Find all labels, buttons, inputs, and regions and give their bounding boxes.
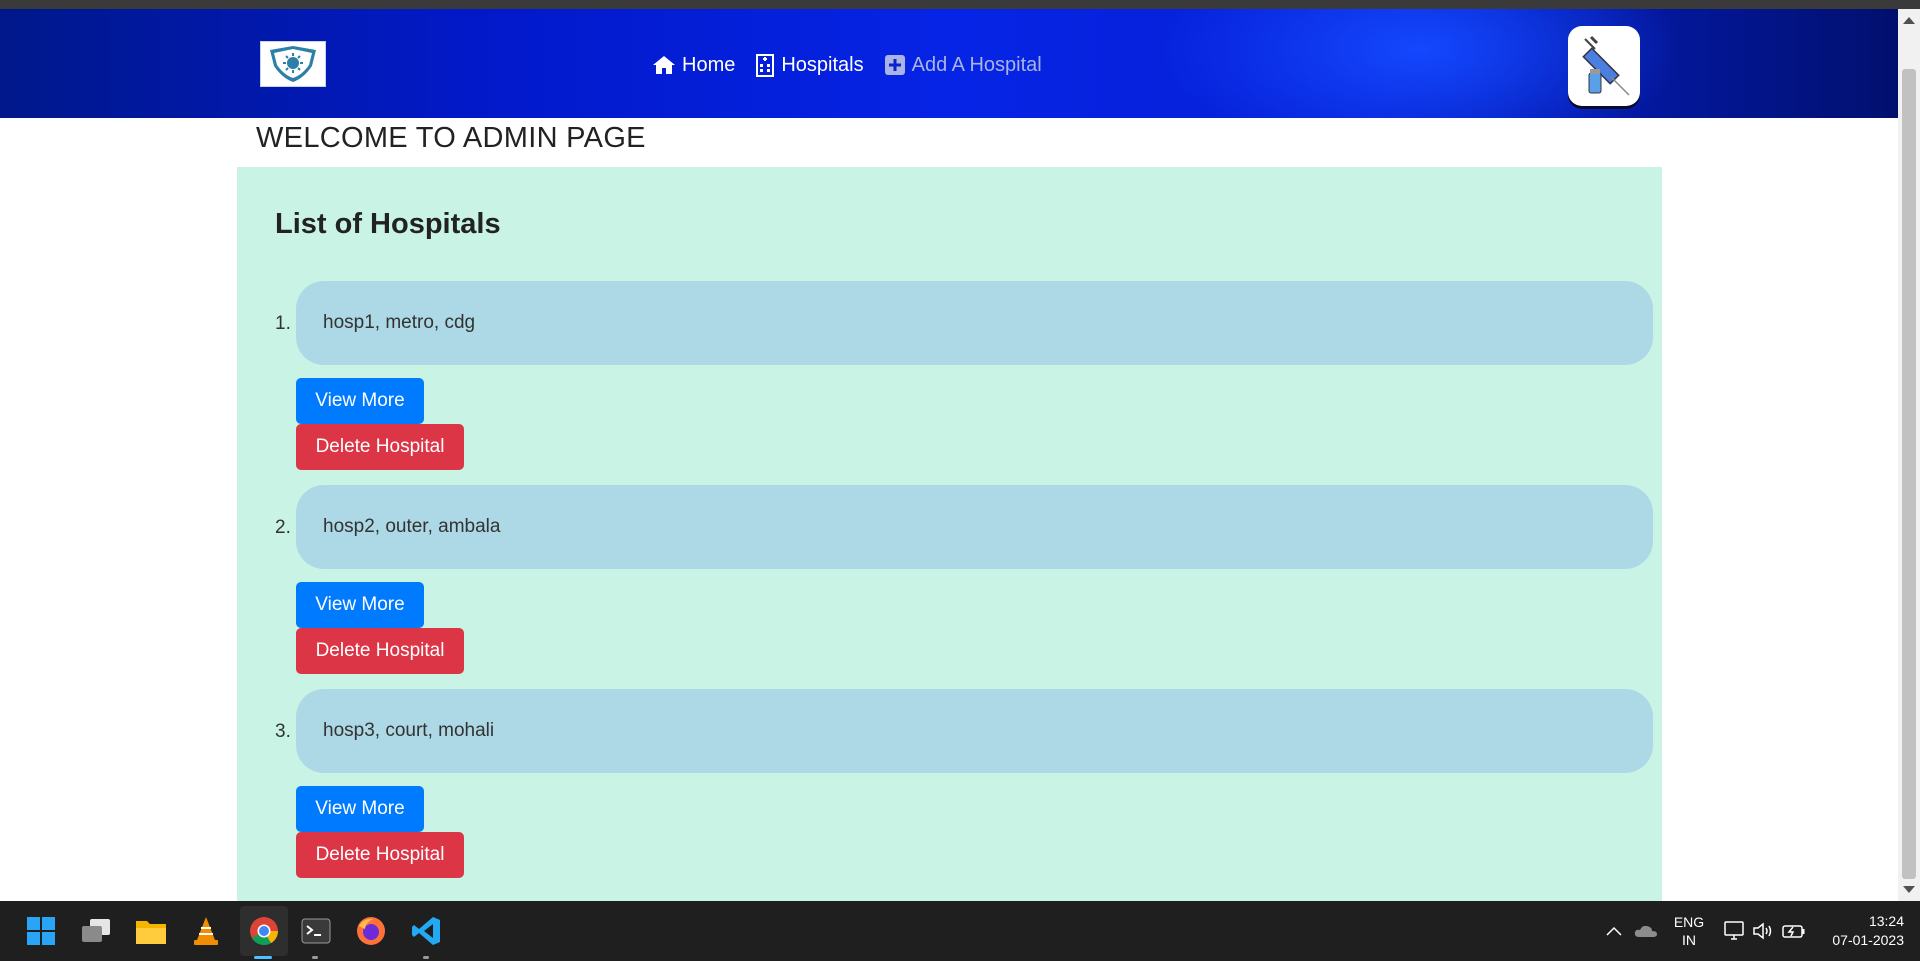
window-top-strip: [0, 0, 1920, 9]
battery-button[interactable]: [1778, 915, 1810, 947]
scroll-up-arrow-icon[interactable]: [1903, 17, 1915, 24]
chevron-up-icon: [1606, 926, 1622, 936]
main-nav: Home Hospitals Add A Hospital: [652, 50, 1062, 80]
delete-hospital-button[interactable]: Delete Hospital: [296, 424, 464, 470]
scroll-down-arrow-icon[interactable]: [1903, 886, 1915, 893]
list-item: 3. hosp3, court, mohali View More Delete…: [275, 689, 1653, 893]
windows-logo-icon: [27, 917, 55, 945]
hospital-list-panel: List of Hospitals 1. hosp1, metro, cdg V…: [237, 167, 1662, 901]
nav-home[interactable]: Home: [652, 54, 735, 77]
chrome-active-indicator: [254, 956, 272, 959]
chrome-button[interactable]: [248, 915, 280, 947]
view-more-button[interactable]: View More: [296, 582, 424, 628]
speaker-icon: [1753, 922, 1772, 940]
syringe-icon: [1582, 35, 1630, 96]
terminal-running-indicator: [312, 956, 318, 959]
start-button[interactable]: [25, 915, 57, 947]
hospital-info: hosp1, metro, cdg: [323, 312, 476, 333]
file-explorer-button[interactable]: [135, 915, 167, 947]
site-logo[interactable]: [260, 41, 326, 87]
home-icon: [653, 56, 675, 74]
delete-hospital-button[interactable]: Delete Hospital: [296, 628, 464, 674]
virus-shield-icon: [270, 46, 316, 82]
nav-hospitals-label: Hospitals: [781, 53, 864, 76]
vlc-button[interactable]: [190, 915, 222, 947]
terminal-icon: [301, 918, 331, 944]
hospital-info: hosp3, court, mohali: [323, 720, 495, 741]
show-hidden-icons-button[interactable]: [1598, 915, 1630, 947]
view-more-button[interactable]: View More: [296, 786, 424, 832]
delete-hospital-button[interactable]: Delete Hospital: [296, 832, 464, 878]
region-code: IN: [1682, 932, 1696, 948]
list-item-number: 1.: [275, 313, 291, 334]
list-title: List of Hospitals: [275, 208, 501, 240]
scrollbar-thumb[interactable]: [1902, 69, 1916, 879]
page-scrollbar[interactable]: [1898, 9, 1920, 901]
vscode-button[interactable]: [410, 915, 442, 947]
vlc-cone-icon: [194, 917, 218, 945]
windows-taskbar: ENG IN 13:24 07-01-2023: [0, 901, 1920, 961]
input-language-indicator[interactable]: ENG IN: [1672, 913, 1706, 949]
plus-square-icon: [884, 55, 905, 75]
folder-icon: [136, 921, 166, 944]
network-icon: [1724, 921, 1744, 940]
nav-home-label: Home: [682, 53, 736, 76]
task-view-button[interactable]: [80, 915, 112, 947]
firefox-icon: [357, 917, 385, 945]
terminal-button[interactable]: [300, 915, 332, 947]
task-view-icon: [82, 919, 110, 942]
nav-add-hospital[interactable]: Add A Hospital: [884, 54, 1042, 77]
onedrive-button[interactable]: [1630, 915, 1662, 947]
cloud-icon: [1634, 925, 1657, 937]
vscode-running-indicator: [423, 956, 429, 959]
nav-add-hospital-label: Add A Hospital: [911, 53, 1042, 76]
clock-date: 07-01-2023: [1832, 932, 1904, 948]
language-code: ENG: [1673, 914, 1705, 930]
list-item-number: 2.: [275, 517, 291, 538]
hospital-card: hosp3, court, mohali: [296, 689, 1653, 773]
page-title: WELCOME TO ADMIN PAGE: [256, 122, 646, 154]
vscode-icon: [412, 917, 440, 945]
list-item: 2. hosp2, outer, ambala View More Delete…: [275, 485, 1653, 689]
hospital-icon: [756, 54, 775, 77]
volume-button[interactable]: [1748, 915, 1780, 947]
nav-hospitals[interactable]: Hospitals: [755, 53, 864, 77]
navbar: Home Hospitals Add A Hospital: [0, 9, 1898, 118]
hospital-info: hosp2, outer, ambala: [323, 516, 501, 537]
list-item: 1. hosp1, metro, cdg View More Delete Ho…: [275, 281, 1653, 485]
view-more-button[interactable]: View More: [296, 378, 424, 424]
list-item-number: 3.: [275, 721, 291, 742]
taskbar-clock[interactable]: 13:24 07-01-2023: [1818, 912, 1904, 950]
vaccine-app-icon[interactable]: [1568, 26, 1640, 106]
firefox-button[interactable]: [355, 915, 387, 947]
hospital-card: hosp1, metro, cdg: [296, 281, 1653, 365]
battery-charging-icon: [1782, 925, 1805, 938]
clock-time: 13:24: [1868, 913, 1904, 929]
hospital-list: 1. hosp1, metro, cdg View More Delete Ho…: [275, 281, 1653, 893]
hospital-card: hosp2, outer, ambala: [296, 485, 1653, 569]
chrome-icon: [250, 917, 278, 945]
